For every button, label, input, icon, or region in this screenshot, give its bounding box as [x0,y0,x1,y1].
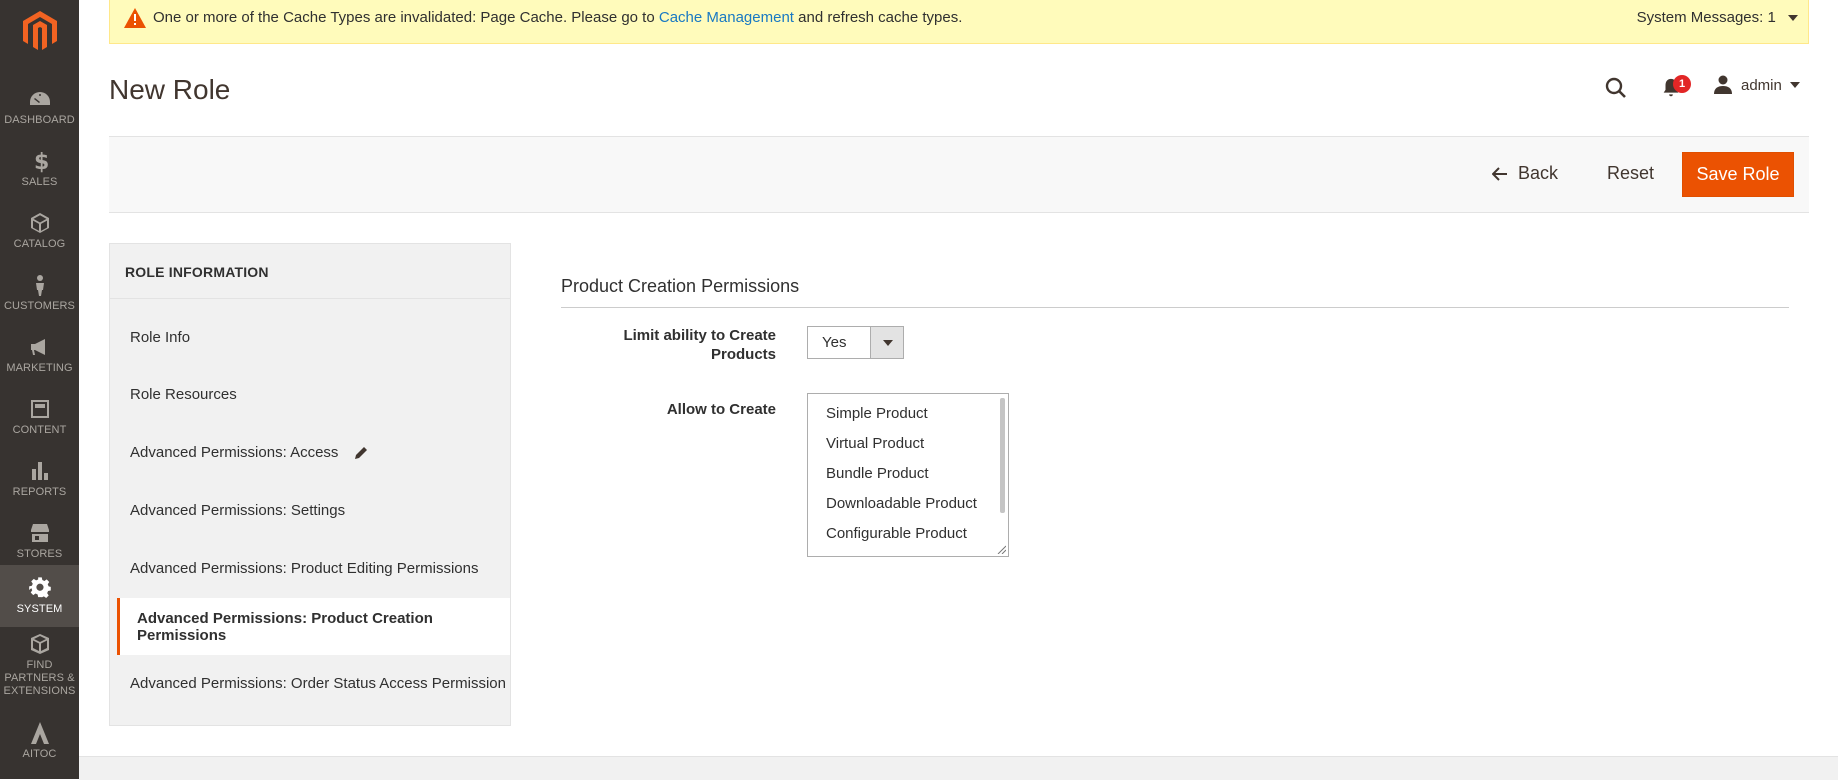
system-message-bar: One or more of the Cache Types are inval… [109,0,1809,44]
nav-find-partners[interactable]: FIND PARTNERS & EXTENSIONS [0,630,79,700]
warning-icon [124,8,146,28]
nav-label: DASHBOARD [4,114,75,126]
admin-user-menu[interactable]: admin [1713,75,1800,95]
content-icon [30,400,49,418]
cube-icon [30,213,49,233]
tab-label: Advanced Permissions: Access [130,444,339,461]
tab-order-status-access-permission[interactable]: Advanced Permissions: Order Status Acces… [110,655,510,712]
nav-label: STORES [16,548,63,560]
divider [110,298,510,299]
footer-strip [79,756,1838,780]
nav-label: REPORTS [12,486,67,498]
nav-label: SYSTEM [16,603,63,615]
section-title: Product Creation Permissions [561,276,800,296]
user-icon [1714,75,1732,94]
option-downloadable-product[interactable]: Downloadable Product [826,495,977,512]
allow-create-multiselect[interactable]: Simple Product Virtual Product Bundle Pr… [807,393,1009,557]
tab-advanced-settings[interactable]: Advanced Permissions: Settings [110,482,510,539]
svg-text:$: $ [34,150,49,173]
tab-product-creation-permissions[interactable]: Advanced Permissions: Product Creation P… [117,598,510,655]
cache-management-link[interactable]: Cache Management [659,9,794,26]
dropdown-arrow-icon [870,327,903,358]
nav-label: FIND PARTNERS & EXTENSIONS [3,659,76,697]
nav-label: CUSTOMERS [4,300,75,312]
select-value: Yes [822,334,847,351]
chevron-down-icon [1789,82,1800,88]
scrollbar[interactable] [1000,398,1005,513]
nav-content[interactable]: CONTENT [0,386,79,448]
nav-system[interactable]: SYSTEM [0,565,79,627]
store-icon [30,524,49,542]
box-icon [30,634,49,654]
divider [561,307,1789,308]
limit-create-label: Limit ability to Create Products [623,327,776,363]
person-icon [35,275,44,296]
nav-dashboard[interactable]: DASHBOARD [0,76,79,138]
save-role-button[interactable]: Save Role [1682,152,1794,197]
nav-catalog[interactable]: CATALOG [0,200,79,262]
back-button[interactable]: Back [1492,151,1558,196]
search-icon[interactable] [1604,76,1628,100]
system-messages-count: System Messages: 1 [1636,9,1776,26]
resize-handle-icon[interactable] [997,545,1006,554]
tab-role-info[interactable]: Role Info [110,309,510,366]
aitoc-icon [30,722,49,744]
system-messages-toggle[interactable]: System Messages: 1 [1637,9,1798,26]
chevron-down-icon [1788,15,1798,21]
tab-role-resources[interactable]: Role Resources [110,366,510,423]
admin-username: admin [1741,76,1782,94]
back-label: Back [1518,163,1559,183]
tab-product-editing-permissions[interactable]: Advanced Permissions: Product Editing Pe… [110,540,510,597]
nav-sales[interactable]: $ SALES [0,138,79,200]
megaphone-icon [30,339,45,355]
message-text: One or more of the Cache Types are inval… [153,9,659,26]
option-bundle-product[interactable]: Bundle Product [826,465,929,482]
tabs-title: ROLE INFORMATION [125,264,269,280]
system-message-text: One or more of the Cache Types are inval… [153,9,962,26]
nav-customers[interactable]: CUSTOMERS [0,262,79,324]
gear-icon [28,577,51,598]
nav-label: CONTENT [12,424,67,436]
dollar-icon: $ [34,150,49,173]
nav-label: SALES [21,176,58,188]
notification-count-badge: 1 [1673,75,1691,93]
message-text: and refresh cache types. [793,9,963,26]
magento-logo-icon[interactable] [0,0,79,62]
limit-create-select[interactable]: Yes [807,326,904,359]
reset-button[interactable]: Reset [1607,151,1654,196]
option-simple-product[interactable]: Simple Product [826,405,928,422]
option-virtual-product[interactable]: Virtual Product [826,435,924,452]
page-title: New Role [109,74,231,105]
nav-label: CATALOG [13,238,66,250]
nav-stores[interactable]: STORES [0,510,79,572]
allow-create-label: Allow to Create [666,401,776,418]
arrow-left-icon [1492,166,1507,181]
nav-marketing[interactable]: MARKETING [0,324,79,386]
role-information-tabs: ROLE INFORMATION Role Info Role Resource… [109,243,511,726]
nav-reports[interactable]: REPORTS [0,448,79,510]
option-configurable-product[interactable]: Configurable Product [826,525,967,542]
nav-aitoc[interactable]: AITOC [0,710,79,772]
bar-chart-icon [31,462,48,480]
nav-label: MARKETING [6,362,73,374]
dashboard-icon [29,92,50,105]
admin-sidebar: DASHBOARD $ SALES CATALOG CUSTOMERS MARK… [0,0,79,779]
tab-advanced-access[interactable]: Advanced Permissions: Access [110,424,510,481]
nav-label: AITOC [22,748,57,760]
pencil-icon [355,446,368,459]
